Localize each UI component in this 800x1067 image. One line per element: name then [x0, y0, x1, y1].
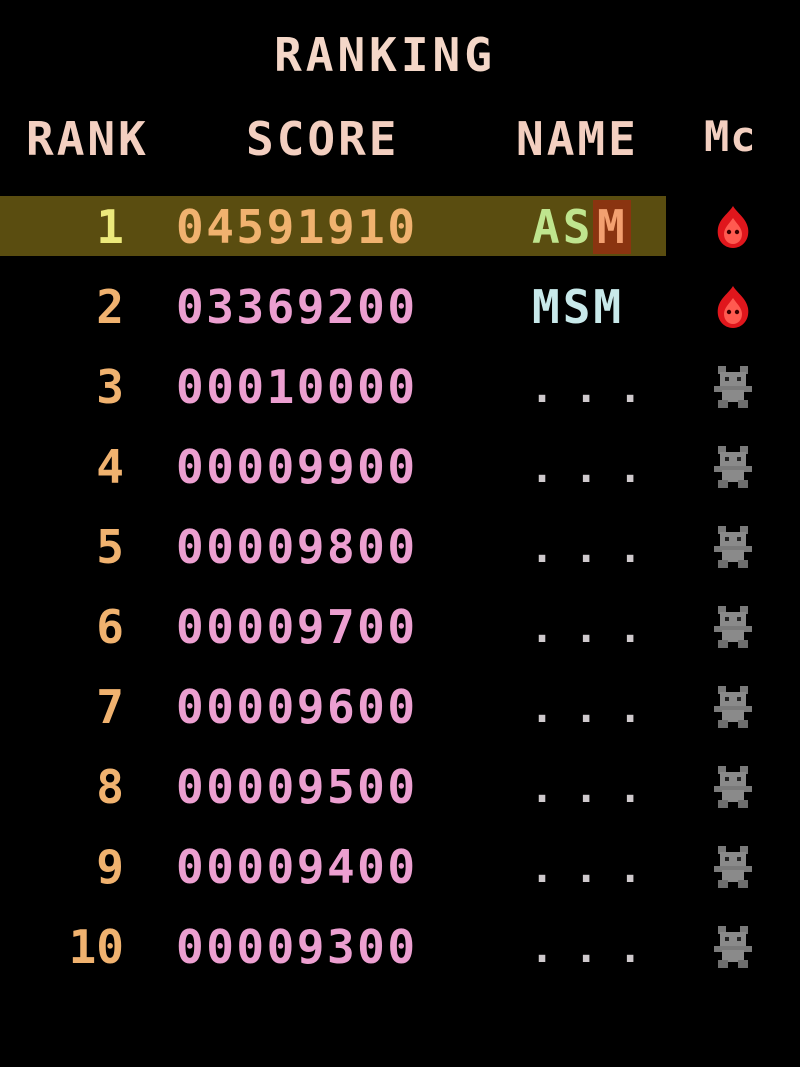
header-mc: Mc: [704, 112, 757, 161]
ranking-row-8: 8 00009500 ...: [0, 756, 800, 836]
gray-creature-icon: [714, 686, 752, 728]
red-fire-icon: [717, 286, 749, 328]
gray-creature-icon: [714, 606, 752, 648]
empty-name-placeholder: ...: [530, 526, 663, 572]
score-value: 00010000: [176, 360, 418, 414]
rank-number: 7: [96, 680, 124, 734]
gray-creature-icon: [714, 446, 752, 488]
gray-creature-icon: [714, 926, 752, 968]
score-value: 00009400: [176, 840, 418, 894]
rank-number: 2: [96, 280, 124, 334]
rank-number: 5: [96, 520, 124, 574]
ranking-row-5: 5 00009800 ...: [0, 516, 800, 596]
empty-name-placeholder: ...: [530, 366, 663, 412]
rank-number: 1: [96, 200, 124, 254]
rank-number: 6: [96, 600, 124, 654]
ranking-row-7: 7 00009600 ...: [0, 676, 800, 756]
score-value: 00009700: [176, 600, 418, 654]
header-name: NAME: [516, 112, 639, 166]
empty-name-placeholder: ...: [530, 766, 663, 812]
empty-name-placeholder: ...: [530, 686, 663, 732]
player-name: MSM: [532, 280, 625, 334]
empty-name-placeholder: ...: [530, 926, 663, 972]
ranking-title: RANKING: [274, 28, 496, 82]
rank-number: 8: [96, 760, 124, 814]
rank-number: 9: [96, 840, 124, 894]
header-rank: RANK: [26, 112, 149, 166]
ranking-row-4: 4 00009900 ...: [0, 436, 800, 516]
score-value: 00009500: [176, 760, 418, 814]
ranking-row-6: 6 00009700 ...: [0, 596, 800, 676]
rank-number: 3: [96, 360, 124, 414]
ranking-table: 1 04591910 ASM 2 03369200 MSM 3 00010000…: [0, 196, 800, 996]
score-value: 00009800: [176, 520, 418, 574]
empty-name-placeholder: ...: [530, 606, 663, 652]
ranking-row-3: 3 00010000 ...: [0, 356, 800, 436]
score-value: 03369200: [176, 280, 418, 334]
gray-creature-icon: [714, 846, 752, 888]
name-entry[interactable]: ASM: [532, 200, 632, 254]
name-cursor-letter[interactable]: M: [593, 200, 632, 254]
empty-name-placeholder: ...: [530, 446, 663, 492]
ranking-row-1: 1 04591910 ASM: [0, 196, 800, 276]
gray-creature-icon: [714, 526, 752, 568]
score-value: 00009600: [176, 680, 418, 734]
ranking-row-9: 9 00009400 ...: [0, 836, 800, 916]
header-score: SCORE: [246, 112, 400, 166]
score-value: 00009300: [176, 920, 418, 974]
empty-name-placeholder: ...: [530, 846, 663, 892]
gray-creature-icon: [714, 366, 752, 408]
rank-number: 4: [96, 440, 124, 494]
score-value: 04591910: [176, 200, 418, 254]
name-entered-letters: AS: [532, 200, 594, 254]
red-fire-icon: [717, 206, 749, 248]
gray-creature-icon: [714, 766, 752, 808]
score-value: 00009900: [176, 440, 418, 494]
ranking-row-10: 10 00009300 ...: [0, 916, 800, 996]
ranking-row-2: 2 03369200 MSM: [0, 276, 800, 356]
rank-number: 10: [68, 920, 124, 974]
